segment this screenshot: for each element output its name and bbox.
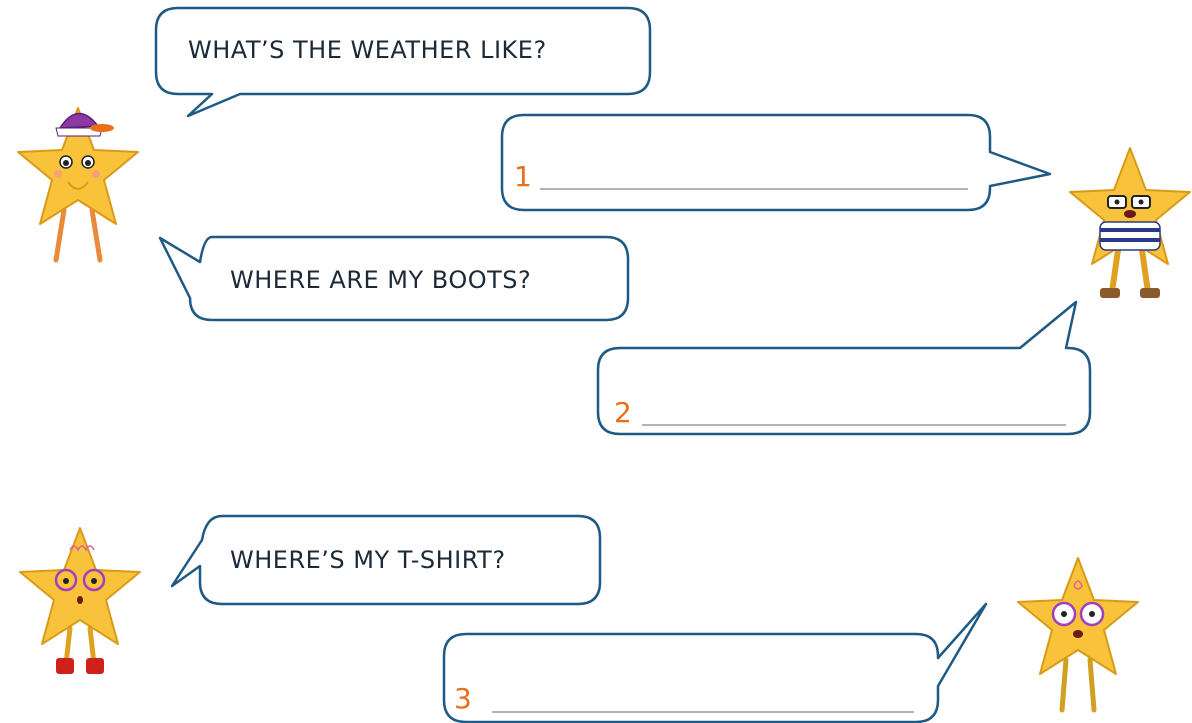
- question-2-text: WHERE ARE MY BOOTS?: [230, 266, 532, 294]
- star-pink-glasses-character-icon: [19, 527, 141, 674]
- answer-bubble-1: [500, 113, 1052, 212]
- question-1-text: WHAT’S THE WEATHER LIKE?: [188, 36, 547, 64]
- answer-bubble-2: [596, 300, 1092, 436]
- star-round-glasses-character-icon: [1017, 557, 1139, 713]
- question-3-text: WHERE’S MY T-SHIRT?: [230, 546, 506, 574]
- star-striped-shirt-character-icon: [1069, 147, 1191, 298]
- answer-number-1: 1: [514, 160, 532, 193]
- star-cap-character-icon: [17, 107, 139, 263]
- answer-number-2: 2: [614, 396, 632, 429]
- answer-bubble-3: [442, 602, 988, 723]
- answer-number-3: 3: [454, 682, 472, 715]
- worksheet-scene: [17, 6, 1191, 723]
